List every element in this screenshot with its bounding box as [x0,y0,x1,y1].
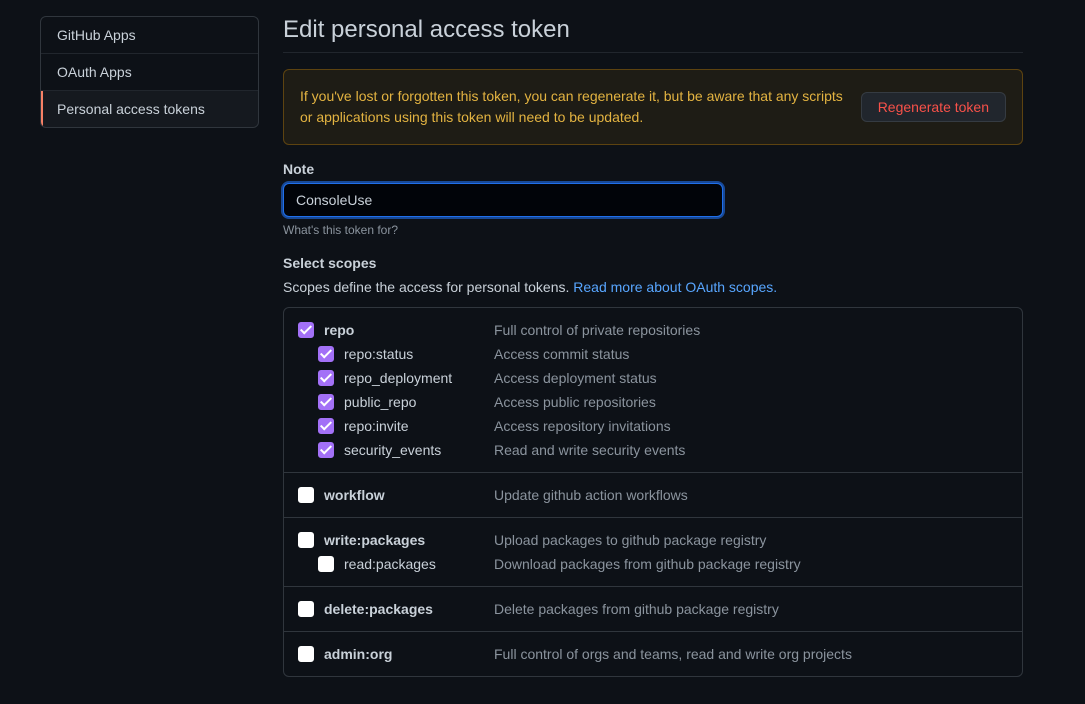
scope-desc: Upload packages to github package regist… [494,532,1008,548]
sidebar-item-github-apps[interactable]: GitHub Apps [41,17,258,54]
scope-group-delete-packages: delete:packagesDelete packages from gith… [284,587,1022,632]
scope-name: public_repo [344,394,494,410]
scope-row: admin:orgFull control of orgs and teams,… [298,642,1008,666]
scope-desc: Full control of private repositories [494,322,1008,338]
scope-row: public_repoAccess public repositories [298,390,1008,414]
scope-name: repo_deployment [344,370,494,386]
scope-desc: Access deployment status [494,370,1008,386]
note-input[interactable] [283,183,723,217]
settings-sidebar: GitHub AppsOAuth AppsPersonal access tok… [40,16,259,677]
scope-row: read:packagesDownload packages from gith… [298,552,1008,576]
scope-row: repoFull control of private repositories [298,318,1008,342]
scope-name: repo:invite [344,418,494,434]
scope-group-write-packages: write:packagesUpload packages to github … [284,518,1022,587]
scope-checkbox-write-packages[interactable] [298,532,314,548]
scope-checkbox-repo-invite[interactable] [318,418,334,434]
scope-desc: Access repository invitations [494,418,1008,434]
scopes-label: Select scopes [283,255,1023,271]
scope-checkbox-admin-org[interactable] [298,646,314,662]
scope-row: write:packagesUpload packages to github … [298,528,1008,552]
scope-desc: Full control of orgs and teams, read and… [494,646,1008,662]
scope-name: read:packages [344,556,494,572]
scope-checkbox-read-packages[interactable] [318,556,334,572]
regenerate-token-button[interactable]: Regenerate token [861,92,1006,122]
scope-checkbox-delete-packages[interactable] [298,601,314,617]
scope-checkbox-security-events[interactable] [318,442,334,458]
scope-row: repo_deploymentAccess deployment status [298,366,1008,390]
sidebar-menu: GitHub AppsOAuth AppsPersonal access tok… [40,16,259,128]
scopes-description: Scopes define the access for personal to… [283,279,1023,295]
scope-desc: Read and write security events [494,442,1008,458]
scope-desc: Update github action workflows [494,487,1008,503]
page-title: Edit personal access token [283,16,1023,53]
flash-text: If you've lost or forgotten this token, … [300,86,845,128]
scope-group-workflow: workflowUpdate github action workflows [284,473,1022,518]
scope-name: workflow [324,487,494,503]
oauth-scopes-link[interactable]: Read more about OAuth scopes. [573,279,777,295]
scope-name: security_events [344,442,494,458]
note-hint: What's this token for? [283,223,1023,237]
scope-checkbox-workflow[interactable] [298,487,314,503]
scope-group-repo: repoFull control of private repositories… [284,308,1022,473]
sidebar-item-personal-access-tokens[interactable]: Personal access tokens [41,91,258,127]
scope-checkbox-repo-status[interactable] [318,346,334,362]
scope-checkbox-public-repo[interactable] [318,394,334,410]
scope-desc: Access commit status [494,346,1008,362]
scope-row: delete:packagesDelete packages from gith… [298,597,1008,621]
scopes-list: repoFull control of private repositories… [283,307,1023,677]
scope-name: write:packages [324,532,494,548]
scope-checkbox-repo-deployment[interactable] [318,370,334,386]
main-content: Edit personal access token If you've los… [283,16,1023,677]
note-form-group: Note What's this token for? [283,161,1023,237]
scope-row: repo:inviteAccess repository invitations [298,414,1008,438]
scope-name: admin:org [324,646,494,662]
scope-name: repo [324,322,494,338]
scope-row: security_eventsRead and write security e… [298,438,1008,462]
note-label: Note [283,161,1023,177]
scope-desc: Access public repositories [494,394,1008,410]
scope-name: delete:packages [324,601,494,617]
scope-row: workflowUpdate github action workflows [298,483,1008,507]
scope-checkbox-repo[interactable] [298,322,314,338]
scope-name: repo:status [344,346,494,362]
scope-row: repo:statusAccess commit status [298,342,1008,366]
scope-desc: Delete packages from github package regi… [494,601,1008,617]
regenerate-warning-flash: If you've lost or forgotten this token, … [283,69,1023,145]
scope-desc: Download packages from github package re… [494,556,1008,572]
sidebar-item-oauth-apps[interactable]: OAuth Apps [41,54,258,91]
scope-group-admin-org: admin:orgFull control of orgs and teams,… [284,632,1022,676]
